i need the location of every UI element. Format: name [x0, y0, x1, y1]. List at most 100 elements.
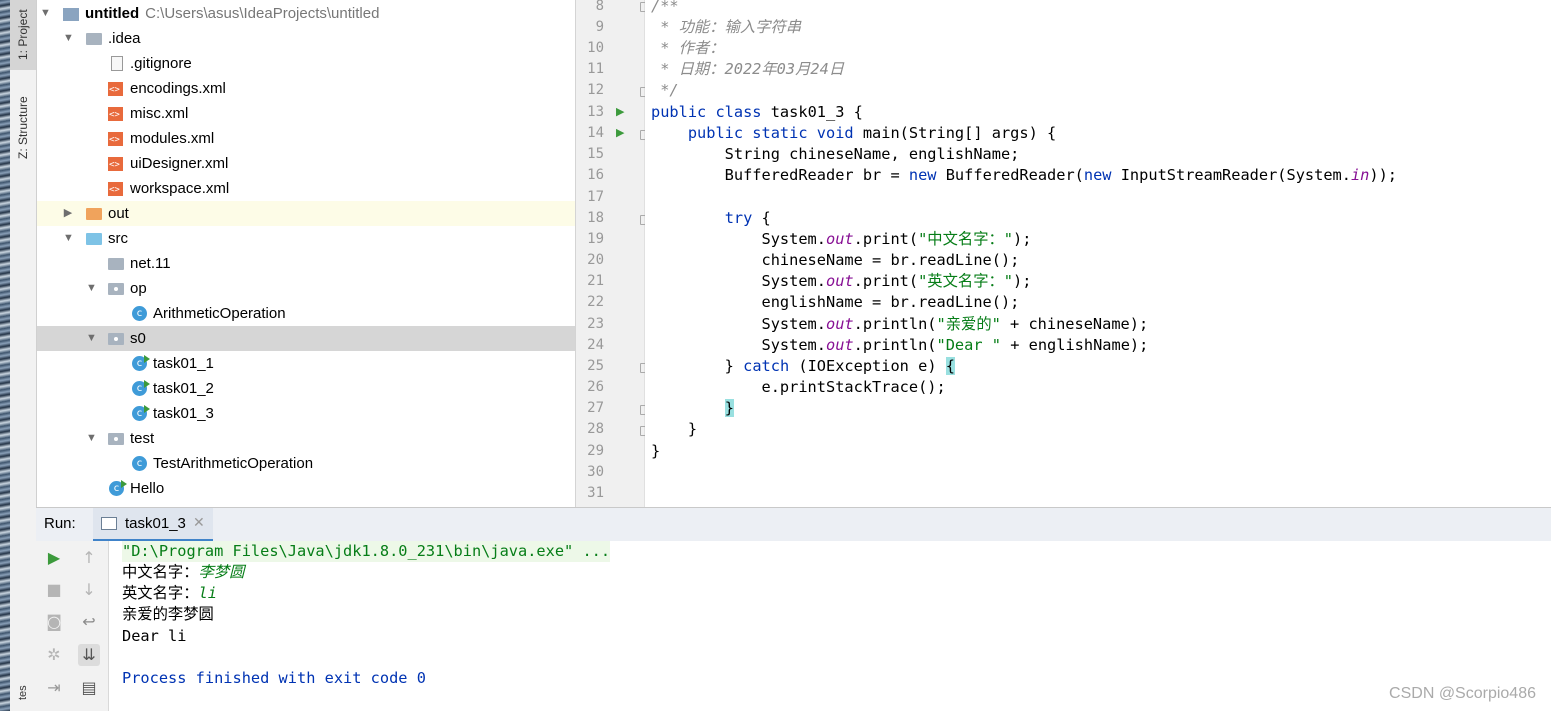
class-icon: c [132, 456, 147, 471]
folder-icon [86, 33, 102, 45]
line-number: 30 [587, 464, 604, 480]
chevron-down-icon[interactable]: ▼ [86, 426, 97, 451]
run-gutter-icon[interactable]: ▶ [616, 123, 624, 144]
tree-row-class[interactable]: c ArithmeticOperation [37, 301, 575, 326]
stop-icon[interactable]: ■ [43, 579, 65, 601]
code-editor[interactable]: /** * 功能：输入字符串 * 作者： * 日期：2022年03月24日 */… [645, 0, 1551, 507]
tree-label: src [108, 230, 128, 247]
chevron-down-icon[interactable]: ▼ [86, 326, 97, 351]
chevron-down-icon[interactable]: ▼ [63, 226, 74, 251]
tree-row-file[interactable]: modules.xml [37, 126, 575, 153]
tree-row-package[interactable]: ▼ op [37, 276, 575, 301]
code-line: e.printStackTrace(); [651, 378, 946, 396]
run-tab[interactable]: task01_3 ✕ [93, 508, 213, 542]
string-literal: "英文名字：" [918, 272, 1013, 290]
line-number: 18 [587, 210, 604, 226]
code-text: System. [651, 272, 826, 290]
code-line: System.out.println("Dear " + englishName… [651, 335, 1149, 356]
tree-row-src[interactable]: ▼ src [37, 226, 575, 251]
tree-row-class[interactable]: c task01_3 [37, 401, 575, 426]
settings-icon[interactable]: ✲ [43, 644, 65, 666]
xml-file-icon [108, 178, 123, 203]
module-icon [63, 8, 79, 21]
line-number: 22 [587, 294, 604, 310]
tree-row-file[interactable]: misc.xml [37, 101, 575, 128]
soft-wrap-icon[interactable]: ↩ [78, 611, 100, 633]
code-line: String chineseName, englishName; [651, 145, 1020, 163]
line-number: 29 [587, 443, 604, 459]
structure-toolwindow-tab[interactable]: Z: Structure [10, 78, 36, 178]
code-text: { [752, 209, 771, 227]
line-number: 16 [587, 167, 604, 183]
watermark: CSDN @Scorpio486 [1389, 685, 1536, 702]
line-number: 31 [587, 485, 604, 501]
arrow-down-icon[interactable]: ↓ [78, 579, 100, 601]
project-toolwindow-tab[interactable]: 1: Project [10, 0, 36, 70]
chevron-right-icon[interactable]: ▶ [63, 201, 73, 226]
scroll-to-end-icon[interactable]: ⇊ [78, 644, 100, 666]
xml-file-icon [108, 78, 123, 103]
xml-file-icon [108, 103, 123, 128]
print-icon[interactable]: ▤ [78, 677, 100, 699]
chevron-down-icon[interactable]: ▼ [86, 276, 97, 301]
console-line: 英文名字：li [122, 583, 217, 604]
tree-row-class[interactable]: c task01_1 [37, 351, 575, 376]
tree-row-class[interactable]: c TestArithmeticOperation [37, 451, 575, 476]
tree-row-out[interactable]: ▶ out [37, 201, 575, 226]
exit-icon[interactable]: ⇥ [43, 677, 65, 699]
camera-icon[interactable]: ◙ [43, 611, 65, 633]
class-icon: c [132, 306, 147, 321]
xml-file-icon [108, 153, 123, 178]
package-icon [108, 333, 124, 345]
code-line: */ [651, 81, 679, 99]
chevron-down-icon[interactable]: ▼ [40, 1, 51, 26]
tree-row-class[interactable]: c Hello [37, 476, 575, 501]
runnable-class-icon: c [132, 380, 150, 396]
tree-row-file[interactable]: .gitignore [37, 51, 575, 76]
code-line: } [651, 442, 661, 460]
tree-label: task01_2 [153, 380, 214, 397]
code-line: /** [651, 0, 679, 15]
tree-row-package[interactable]: ▼ test [37, 426, 575, 451]
tree-row-package[interactable]: net.11 [37, 251, 575, 276]
source-folder-icon [86, 233, 102, 245]
rerun-icon[interactable]: ▶ [43, 547, 65, 569]
tree-row-idea[interactable]: ▼ .idea [37, 26, 575, 51]
tree-row-file[interactable]: uiDesigner.xml [37, 151, 575, 178]
code-text: (IOException e) [789, 357, 946, 375]
chevron-down-icon[interactable]: ▼ [63, 26, 74, 51]
runnable-class-icon: c [132, 355, 150, 371]
file-icon [111, 56, 123, 71]
code-line: } catch (IOException e) { [651, 356, 955, 377]
tree-row-file[interactable]: encodings.xml [37, 76, 575, 103]
tree-label: .idea [108, 30, 141, 47]
tree-label: test [130, 430, 155, 447]
console-line: 中文名字：李梦圆 [122, 562, 244, 583]
line-number: 28 [587, 421, 604, 437]
favorites-toolwindow-tab[interactable]: tes [10, 675, 36, 711]
root-name: untitled [85, 5, 140, 22]
console-output[interactable]: "D:\Program Files\Java\jdk1.8.0_231\bin\… [109, 541, 1551, 711]
tree-label: Hello [130, 480, 165, 497]
code-text: )); [1369, 166, 1398, 184]
static-field: out [825, 336, 854, 354]
arrow-up-icon[interactable]: ↑ [78, 547, 100, 569]
console-command-line: "D:\Program Files\Java\jdk1.8.0_231\bin\… [122, 541, 611, 563]
code-line: englishName = br.readLine(); [651, 293, 1020, 311]
tree-row-class[interactable]: c task01_2 [37, 376, 575, 401]
close-icon[interactable]: ✕ [193, 514, 205, 531]
editor-gutter: 8 9 10 11 12 13 ▶ 14 ▶ 15 16 17 18 19 20… [576, 0, 650, 507]
package-icon [108, 433, 124, 445]
tree-row-file[interactable]: workspace.xml [37, 176, 575, 203]
line-number: 25 [587, 358, 604, 374]
code-line: * 日期：2022年03月24日 [651, 60, 845, 78]
run-gutter-icon[interactable]: ▶ [616, 102, 624, 123]
tree-label: TestArithmeticOperation [153, 455, 314, 472]
tree-row-package-selected[interactable]: ▼ s0 [37, 326, 575, 351]
tree-row-root[interactable]: ▼ untitled C:\Users\asus\IdeaProjects\unt… [37, 1, 575, 26]
code-line-current: } [651, 398, 734, 419]
keyword: public static void [651, 124, 854, 142]
code-line: chineseName = br.readLine(); [651, 251, 1020, 269]
code-line: public static void main(String[] args) { [651, 123, 1056, 144]
